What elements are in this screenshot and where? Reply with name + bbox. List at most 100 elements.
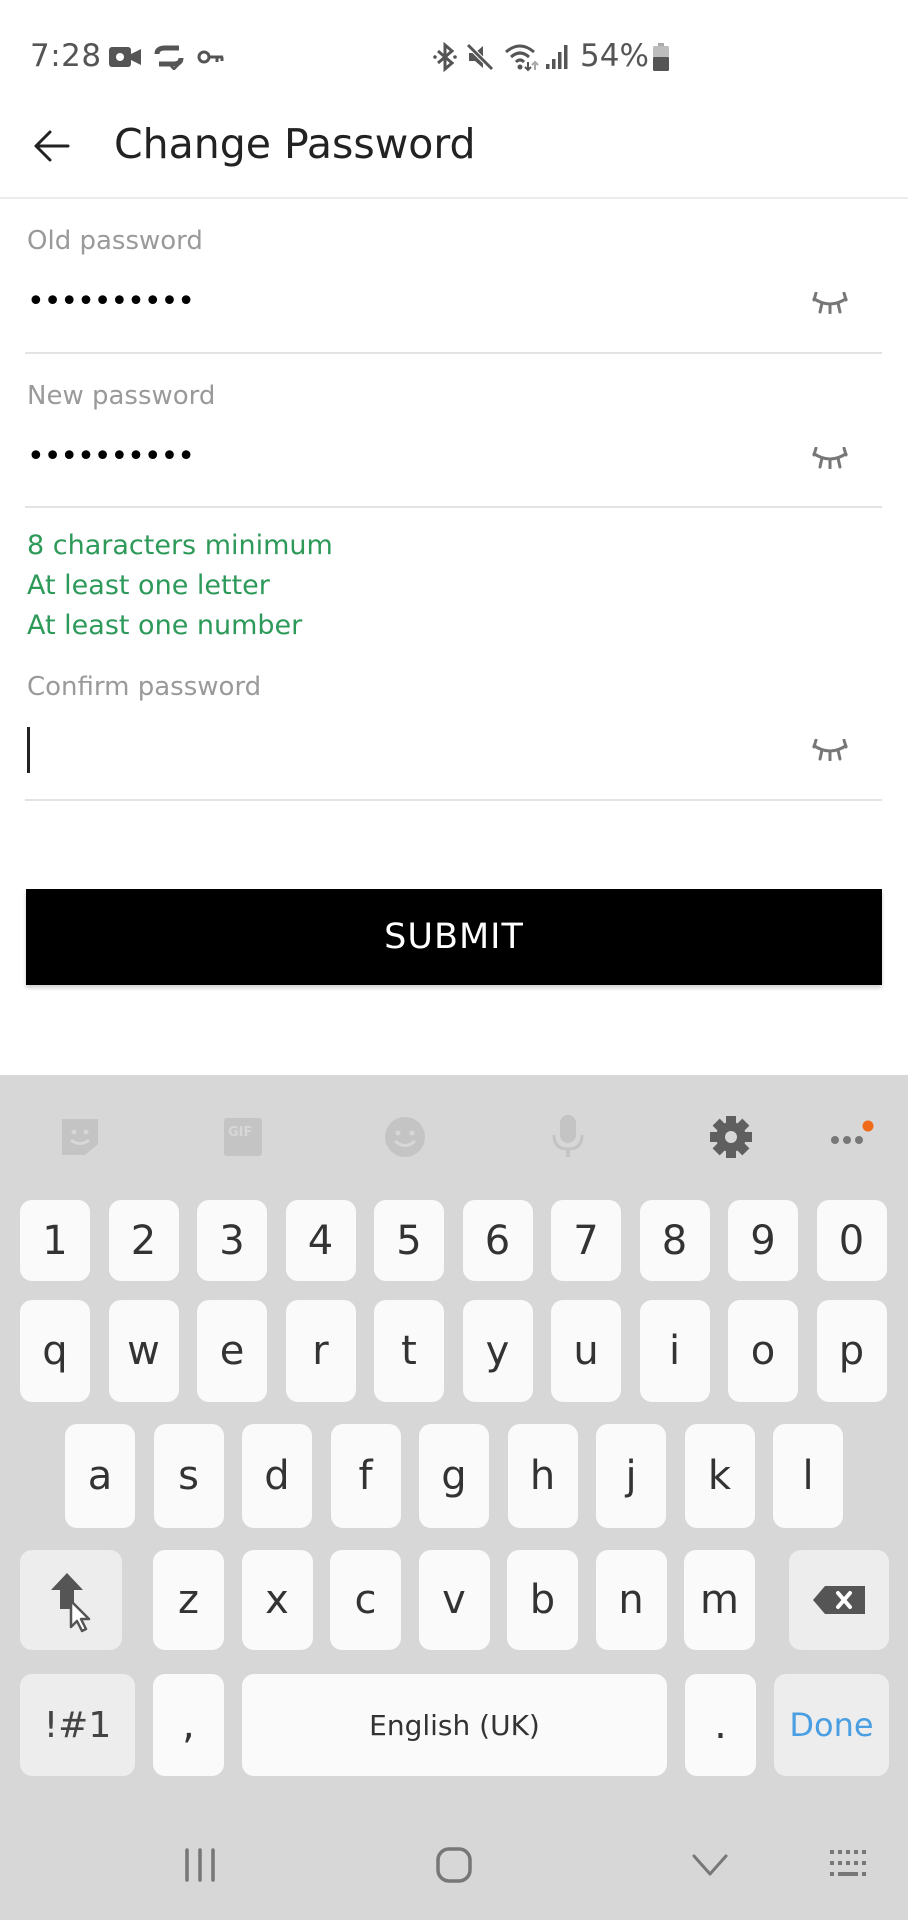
- key-g[interactable]: g: [419, 1424, 489, 1528]
- key-c[interactable]: c: [330, 1550, 401, 1650]
- key-8[interactable]: 8: [639, 1200, 710, 1281]
- new-password-underline: [25, 506, 882, 508]
- key-b[interactable]: b: [507, 1550, 578, 1650]
- period-key[interactable]: .: [685, 1674, 756, 1776]
- hide-keyboard-icon: [692, 1854, 728, 1876]
- emoji-icon: [385, 1117, 425, 1157]
- requirement-letter: At least one letter: [27, 570, 270, 601]
- sticker-button[interactable]: [55, 1112, 105, 1162]
- requirement-min-length: 8 characters minimum: [27, 530, 333, 561]
- key-2[interactable]: 2: [108, 1200, 179, 1281]
- battery-icon: [652, 42, 670, 72]
- key-a[interactable]: a: [65, 1424, 135, 1528]
- old-password-value: ••••••••••: [27, 284, 195, 319]
- key-n[interactable]: n: [595, 1550, 667, 1650]
- key-q[interactable]: q: [20, 1300, 90, 1402]
- page-title: Change Password: [114, 120, 476, 168]
- submit-button[interactable]: SUBMIT: [26, 889, 882, 985]
- sticker-icon: [62, 1119, 98, 1155]
- key-7[interactable]: 7: [551, 1200, 621, 1281]
- settings-icon: [710, 1116, 752, 1158]
- microphone-icon: [552, 1115, 584, 1157]
- key-j[interactable]: j: [596, 1424, 666, 1528]
- key-d[interactable]: d: [242, 1424, 312, 1528]
- key-p[interactable]: p: [816, 1300, 887, 1402]
- shift-icon: [51, 1573, 91, 1633]
- hide-keyboard-button[interactable]: [675, 1835, 745, 1895]
- recent-apps-icon: [185, 1848, 215, 1882]
- recent-apps-button[interactable]: [165, 1835, 235, 1895]
- eye-closed-icon: [812, 739, 848, 761]
- confirm-password-underline: [25, 799, 882, 801]
- key-z[interactable]: z: [153, 1550, 224, 1650]
- key-e[interactable]: e: [197, 1300, 267, 1402]
- voice-input-button[interactable]: [543, 1112, 593, 1162]
- key-y[interactable]: y: [462, 1300, 533, 1402]
- mute-icon: [464, 42, 496, 72]
- new-password-visibility-toggle[interactable]: [800, 438, 860, 478]
- key-h[interactable]: h: [507, 1424, 578, 1528]
- key-o[interactable]: o: [728, 1300, 798, 1402]
- key-r[interactable]: r: [285, 1300, 356, 1402]
- signal-icon: [544, 42, 570, 72]
- key-m[interactable]: m: [684, 1550, 755, 1650]
- key-s[interactable]: s: [153, 1424, 224, 1528]
- key-i[interactable]: i: [639, 1300, 710, 1402]
- key-3[interactable]: 3: [197, 1200, 267, 1281]
- symbols-key[interactable]: !#1: [20, 1674, 135, 1776]
- key-5[interactable]: 5: [374, 1200, 444, 1281]
- space-key[interactable]: English (UK): [242, 1674, 667, 1776]
- eye-closed-icon: [812, 447, 848, 469]
- old-password-label: Old password: [27, 226, 203, 256]
- key-x[interactable]: x: [241, 1550, 313, 1650]
- backspace-icon: [813, 1586, 865, 1614]
- confirm-password-label: Confirm password: [27, 672, 262, 702]
- old-password-visibility-toggle[interactable]: [800, 283, 860, 323]
- confirm-password-visibility-toggle[interactable]: [800, 730, 860, 770]
- key-f[interactable]: f: [330, 1424, 401, 1528]
- status-time: 7:28: [30, 38, 102, 74]
- key-u[interactable]: u: [551, 1300, 621, 1402]
- done-key[interactable]: Done: [774, 1674, 889, 1776]
- key-l[interactable]: l: [773, 1424, 843, 1528]
- bluetooth-icon: [432, 42, 458, 72]
- notification-badge: [862, 1120, 874, 1132]
- comma-key[interactable]: ,: [153, 1674, 224, 1776]
- vpn-key-icon: [196, 42, 226, 72]
- video-camera-icon: [108, 42, 142, 72]
- backspace-key[interactable]: [789, 1550, 889, 1650]
- confirm-password-input[interactable]: [25, 720, 795, 780]
- key-t[interactable]: t: [374, 1300, 444, 1402]
- emoji-button[interactable]: [380, 1112, 430, 1162]
- old-password-underline: [25, 352, 882, 354]
- arrow-left-icon: [34, 130, 70, 162]
- home-icon: [436, 1847, 472, 1883]
- gif-button[interactable]: GIF: [218, 1112, 268, 1162]
- sync-icon: [152, 42, 186, 72]
- header-divider: [0, 197, 908, 199]
- shift-key[interactable]: [20, 1550, 122, 1650]
- battery-percent: 54%: [580, 38, 649, 74]
- more-options-button[interactable]: [822, 1112, 882, 1162]
- keyboard-settings-button[interactable]: [706, 1112, 756, 1162]
- new-password-value: ••••••••••: [27, 439, 195, 474]
- requirement-number: At least one number: [27, 610, 303, 641]
- eye-closed-icon: [812, 292, 848, 314]
- key-0[interactable]: 0: [816, 1200, 887, 1281]
- back-button[interactable]: [22, 116, 82, 176]
- key-w[interactable]: w: [108, 1300, 179, 1402]
- key-6[interactable]: 6: [462, 1200, 533, 1281]
- key-v[interactable]: v: [418, 1550, 490, 1650]
- text-caret: [27, 727, 30, 773]
- keyboard-switch-button[interactable]: [815, 1835, 885, 1895]
- gif-label: GIF: [228, 1125, 253, 1140]
- keyboard-switch-icon: [830, 1850, 866, 1876]
- key-k[interactable]: k: [684, 1424, 755, 1528]
- wifi-icon: [504, 42, 540, 72]
- new-password-label: New password: [27, 381, 216, 411]
- key-1[interactable]: 1: [20, 1200, 90, 1281]
- key-4[interactable]: 4: [285, 1200, 356, 1281]
- more-icon: [831, 1120, 874, 1144]
- key-9[interactable]: 9: [728, 1200, 798, 1281]
- home-button[interactable]: [419, 1835, 489, 1895]
